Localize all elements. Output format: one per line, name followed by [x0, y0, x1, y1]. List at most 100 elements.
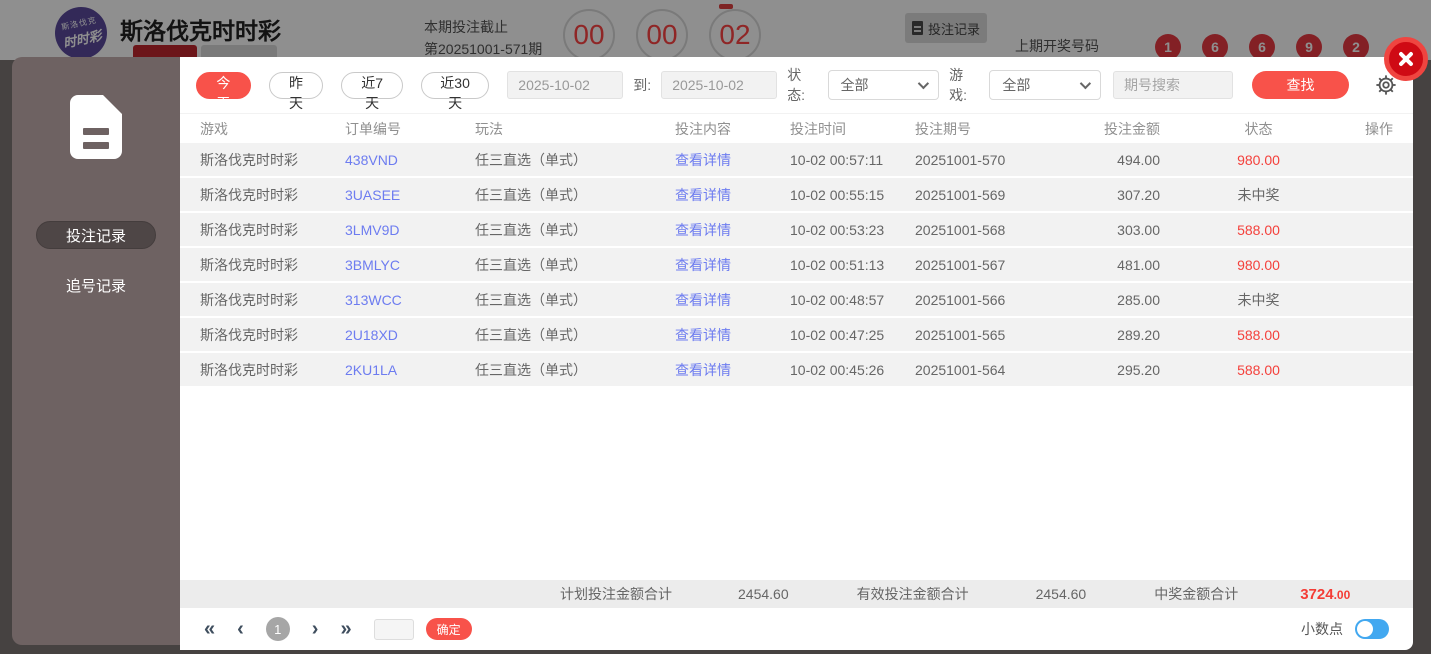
quick-filter-button[interactable]: 昨天: [268, 71, 324, 111]
win-total-value: 3724.00: [1300, 585, 1351, 603]
period-cell: 20251001-565: [915, 326, 1006, 343]
table-row: 斯洛伐克时时彩 313WCC 任三直选（单式） 查看详情 10-02 00:48:57 2…: [180, 283, 1413, 318]
game-cell: 斯洛伐克时时彩: [200, 361, 298, 378]
time-cell: 10-02 00:55:15: [790, 186, 885, 203]
content-cell[interactable]: 查看详情: [675, 325, 790, 345]
sidebar-item-bet-records[interactable]: 投注记录: [36, 221, 156, 249]
prev-page-button[interactable]: ‹: [237, 619, 244, 639]
play-cell: 任三直选（单式）: [475, 361, 587, 378]
column-header: 状态: [1244, 120, 1273, 137]
quick-filter-button[interactable]: 今天: [196, 71, 251, 111]
column-header: 投注时间: [790, 120, 846, 137]
amount-cell: 481.00: [1117, 256, 1160, 273]
time-cell: 10-02 00:53:23: [790, 221, 885, 238]
order-cell[interactable]: 313WCC: [345, 292, 475, 308]
game-cell: 斯洛伐克时时彩: [200, 291, 298, 308]
play-cell: 任三直选（单式）: [475, 291, 587, 308]
play-cell: 任三直选（单式）: [475, 326, 587, 343]
content-cell[interactable]: 查看详情: [675, 255, 790, 275]
status-label: 状态:: [787, 67, 806, 103]
win-total-label: 中奖金额合计: [1154, 586, 1239, 602]
quick-filter-group: 今天 昨天 近7天 近30天: [196, 71, 507, 111]
column-header: 游戏: [200, 120, 228, 137]
column-header: 玩法: [475, 120, 503, 137]
content-cell[interactable]: 查看详情: [675, 360, 790, 380]
order-cell[interactable]: 3UASEE: [345, 187, 475, 203]
order-cell[interactable]: 3LMV9D: [345, 222, 475, 238]
status-select[interactable]: 全部: [827, 70, 940, 100]
current-page-badge[interactable]: 1: [265, 617, 290, 641]
page-fold: [84, 95, 122, 114]
decimal-toggle-group: 小数点: [1301, 619, 1389, 639]
amount-cell: 295.20: [1117, 361, 1160, 378]
status-cell: 588.00: [1237, 361, 1280, 378]
content-cell[interactable]: 查看详情: [675, 185, 790, 205]
table-empty-area: [180, 388, 1413, 580]
decimal-label: 小数点: [1301, 621, 1343, 637]
table-row: 斯洛伐克时时彩 2U18XD 任三直选（单式） 查看详情 10-02 00:47:25 2…: [180, 318, 1413, 353]
order-cell[interactable]: 438VND: [345, 152, 475, 168]
table-row: 斯洛伐克时时彩 3UASEE 任三直选（单式） 查看详情 10-02 00:55:15 2…: [180, 178, 1413, 213]
date-to-input[interactable]: [661, 71, 778, 99]
amount-cell: 289.20: [1117, 326, 1160, 343]
period-cell: 20251001-568: [915, 221, 1006, 238]
date-from-input[interactable]: [507, 71, 624, 99]
sidebar-item-label: 追号记录: [65, 277, 126, 295]
order-cell[interactable]: 2KU1LA: [345, 362, 475, 378]
screen: 斯洛伐克 时时彩 斯洛伐克时时彩 本期投注截止 第20251001-571期 0…: [0, 0, 1431, 654]
toggle-knob: [1357, 621, 1373, 637]
valid-total-value: 2454.60: [1035, 586, 1087, 602]
game-cell: 斯洛伐克时时彩: [200, 221, 298, 238]
decimal-toggle[interactable]: [1355, 619, 1389, 639]
quick-filter-button[interactable]: 近7天: [341, 71, 403, 111]
to-label: 到:: [633, 77, 652, 93]
time-cell: 10-02 00:57:11: [790, 151, 884, 168]
content-cell[interactable]: 查看详情: [675, 290, 790, 310]
sidebar-item-label: 投注记录: [65, 227, 126, 245]
column-header: 投注期号: [915, 120, 971, 137]
play-cell: 任三直选（单式）: [475, 151, 587, 168]
content-cell[interactable]: 查看详情: [675, 150, 790, 170]
status-cell: 未中奖: [1237, 291, 1280, 308]
game-cell: 斯洛伐克时时彩: [200, 256, 298, 273]
content-cell[interactable]: 查看详情: [675, 220, 790, 240]
table-header-row: 游戏 订单编号 玩法 投注内容 投注时间 投注期号 投注金额 状态 操作: [180, 113, 1413, 143]
period-search-input[interactable]: [1113, 71, 1233, 99]
status-select-value: 全部: [840, 77, 869, 93]
sidebar-item-chase-records[interactable]: 追号记录: [36, 271, 156, 299]
search-button[interactable]: 查找: [1252, 71, 1349, 99]
valid-total-label: 有效投注金额合计: [856, 586, 969, 602]
quick-filter-button[interactable]: 近30天: [420, 71, 490, 111]
page-jump-input[interactable]: [373, 618, 414, 640]
record-sidebar: 投注记录 追号记录: [12, 57, 180, 645]
close-button[interactable]: [1384, 37, 1428, 81]
first-page-button[interactable]: «: [204, 619, 215, 639]
order-cell[interactable]: 3BMLYC: [345, 257, 475, 273]
order-cell[interactable]: 2U18XD: [345, 327, 475, 343]
table-row: 斯洛伐克时时彩 438VND 任三直选（单式） 查看详情 10-02 00:57:11 2…: [180, 143, 1413, 178]
amount-cell: 303.00: [1117, 221, 1160, 238]
next-page-button[interactable]: ›: [312, 619, 319, 639]
status-cell: 未中奖: [1237, 186, 1280, 203]
last-page-button[interactable]: »: [340, 619, 351, 639]
table-row: 斯洛伐克时时彩 3BMLYC 任三直选（单式） 查看详情 10-02 00:51:13 2…: [180, 248, 1413, 283]
period-cell: 20251001-564: [915, 361, 1006, 378]
chevron-down-icon: [1079, 77, 1092, 90]
column-header: 操作: [1365, 120, 1393, 137]
amount-cell: 494.00: [1117, 151, 1160, 168]
game-select-value: 全部: [1002, 77, 1031, 93]
period-cell: 20251001-569: [915, 186, 1006, 203]
play-cell: 任三直选（单式）: [475, 186, 587, 203]
game-select[interactable]: 全部: [989, 70, 1101, 100]
time-cell: 10-02 00:48:57: [790, 291, 885, 308]
amount-cell: 307.20: [1117, 186, 1160, 203]
column-header: 投注金额: [1104, 120, 1160, 137]
period-cell: 20251001-567: [915, 256, 1006, 273]
time-cell: 10-02 00:51:13: [790, 256, 885, 273]
filter-bar: 今天昨天近7天近30天 到: 状态: 全部 游戏: 全部 查找: [180, 57, 1413, 113]
status-cell: 588.00: [1237, 326, 1280, 343]
game-label: 游戏:: [949, 67, 967, 103]
confirm-button[interactable]: 确定: [425, 618, 472, 640]
game-cell: 斯洛伐克时时彩: [200, 186, 298, 203]
table-row: 斯洛伐克时时彩 3LMV9D 任三直选（单式） 查看详情 10-02 00:53:23 2…: [180, 213, 1413, 248]
